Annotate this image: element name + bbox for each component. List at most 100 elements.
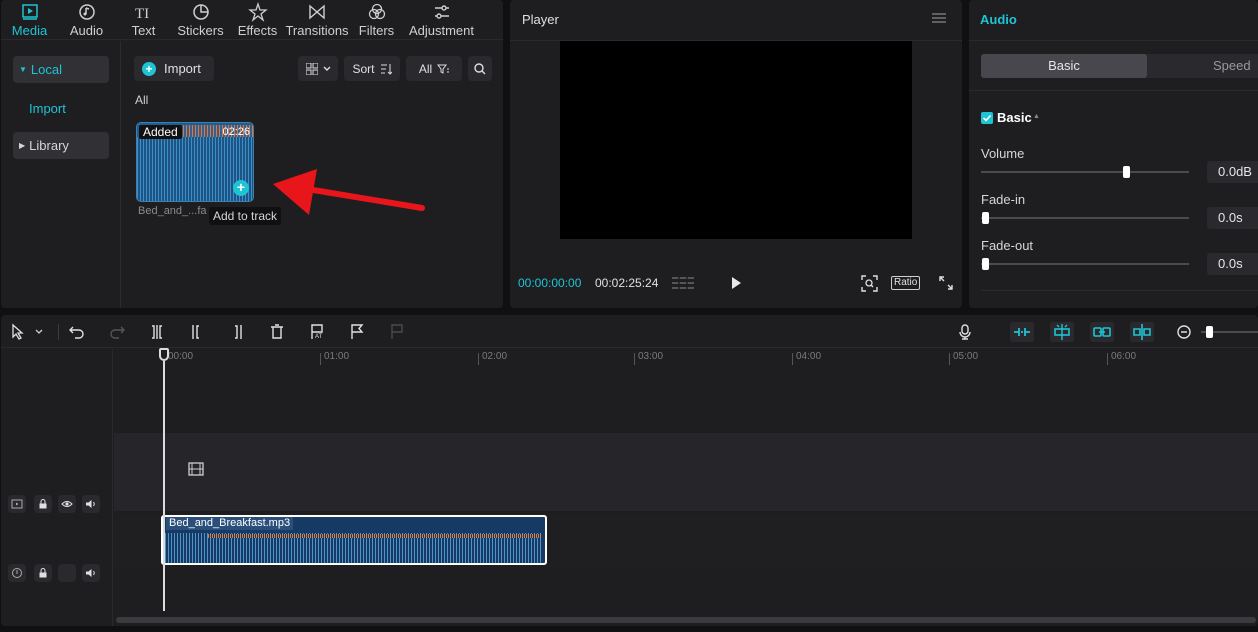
volume-slider[interactable]: [981, 171, 1189, 173]
mute-track-button[interactable]: [82, 495, 100, 513]
chevron-down-icon[interactable]: [35, 329, 43, 335]
tab-effects[interactable]: Effects: [229, 0, 286, 40]
flag-text-icon: AT: [311, 324, 323, 340]
effects-icon: [247, 2, 268, 22]
svg-text:AT: AT: [315, 334, 323, 340]
lock-track-button[interactable]: [34, 495, 52, 513]
added-badge: Added: [139, 125, 182, 139]
trim-left-icon: [192, 325, 199, 339]
time-ruler[interactable]: 00:00 01:00 02:00 03:00 04:00 05:00 06:0…: [114, 349, 1258, 369]
lock-audio-track-button[interactable]: [34, 564, 52, 582]
audio-properties-panel: Audio Basic Speed Basic ▲ Volume 0.0dB F…: [969, 0, 1258, 308]
undo-button[interactable]: [68, 323, 86, 341]
lock-icon: [39, 499, 47, 509]
linkage-button[interactable]: [1090, 322, 1114, 342]
fade-in-label: Fade-in: [981, 192, 1026, 207]
tab-media[interactable]: Media: [1, 0, 58, 40]
sidebar-item-library[interactable]: ▶ Library: [13, 132, 109, 159]
sort-button[interactable]: Sort: [344, 56, 400, 81]
audio-clip[interactable]: Bed_and_Breakfast.mp3: [161, 515, 547, 565]
fade-in-slider[interactable]: [981, 217, 1189, 219]
record-voice-button[interactable]: [956, 323, 974, 341]
select-tool-button[interactable]: [10, 323, 28, 341]
tab-adjustment[interactable]: Adjustment: [405, 0, 478, 40]
trim-right-icon: [235, 325, 242, 339]
main-track-magnet-button[interactable]: [1010, 322, 1034, 342]
delete-button[interactable]: [268, 323, 286, 341]
horizontal-scrollbar[interactable]: [116, 617, 1256, 623]
microphone-icon: [959, 324, 971, 340]
tab-audio[interactable]: Audio: [58, 0, 115, 40]
add-marker-button[interactable]: [348, 323, 366, 341]
split-right-button[interactable]: [228, 323, 246, 341]
ruler-tick: [320, 353, 321, 365]
media-section-label: All: [135, 93, 149, 107]
ruler-tick: [478, 353, 479, 365]
menu-icon[interactable]: [932, 12, 946, 24]
collapse-caret-icon[interactable]: ▲: [1033, 113, 1040, 120]
hide-track-button[interactable]: [58, 495, 76, 513]
sidebar-item-local[interactable]: ▼ Local: [13, 56, 109, 83]
auto-snap-button[interactable]: [1050, 322, 1074, 342]
preview-axis-button[interactable]: [1130, 322, 1154, 342]
link-icon: [1093, 327, 1111, 337]
volume-slider-handle[interactable]: [1122, 166, 1130, 178]
text-icon: TI: [135, 6, 149, 22]
fullscreen-icon[interactable]: [939, 276, 953, 290]
auto-captions-button[interactable]: AT: [308, 323, 326, 341]
marker-disabled-button[interactable]: [388, 323, 406, 341]
media-panel: Media Audio TI Text Stickers Effects Tra…: [1, 0, 503, 308]
preview-screen[interactable]: [560, 41, 912, 239]
timecode-format-icon[interactable]: [672, 276, 694, 290]
tab-transitions[interactable]: Transitions: [285, 0, 349, 40]
split-left-button[interactable]: [188, 323, 206, 341]
fade-out-slider[interactable]: [981, 263, 1189, 265]
fade-out-slider-handle[interactable]: [982, 258, 989, 270]
ratio-button[interactable]: Ratio: [891, 276, 921, 290]
import-button[interactable]: + Import: [134, 56, 214, 81]
fade-in-slider-handle[interactable]: [982, 212, 989, 224]
media-icon: [21, 4, 38, 20]
mute-audio-track-button[interactable]: [82, 564, 100, 582]
tab-text[interactable]: TI Text: [115, 0, 172, 40]
video-track-icon: [8, 495, 26, 513]
total-timecode: 00:02:25:24: [595, 276, 659, 290]
audio-tabs: Basic Speed: [981, 54, 1258, 78]
tab-basic[interactable]: Basic: [981, 54, 1147, 78]
tab-speed[interactable]: Speed: [1213, 54, 1251, 78]
duration-label: 02:26: [222, 126, 250, 138]
redo-button[interactable]: [108, 323, 126, 341]
basic-checkbox[interactable]: [981, 112, 993, 124]
sidebar-item-import[interactable]: Import: [13, 95, 109, 122]
volume-value-field[interactable]: 0.0dB: [1207, 161, 1258, 183]
redo-icon: [110, 326, 125, 339]
check-icon: [982, 114, 992, 122]
view-mode-button[interactable]: [298, 56, 338, 81]
main-video-track[interactable]: [114, 433, 1258, 511]
media-item-thumbnail[interactable]: Added 02:26 +: [136, 122, 254, 202]
fit-view-icon[interactable]: [861, 275, 878, 292]
undo-icon: [69, 326, 84, 339]
zoom-slider-handle[interactable]: [1206, 326, 1213, 338]
transitions-icon: [309, 4, 325, 20]
fade-in-value-field[interactable]: 0.0s: [1207, 207, 1258, 229]
audio-track-icon: [8, 564, 26, 582]
divider: [969, 40, 1258, 41]
grid-icon: [305, 62, 318, 75]
playhead[interactable]: [163, 361, 165, 611]
playhead-handle[interactable]: [159, 348, 169, 361]
timeline-toolbar: AT: [1, 315, 1258, 348]
split-button[interactable]: [148, 323, 166, 341]
tab-stickers[interactable]: Stickers: [172, 0, 229, 40]
tab-filters[interactable]: Filters: [348, 0, 405, 40]
film-icon: [188, 462, 204, 476]
filter-all-button[interactable]: All: [406, 56, 462, 81]
preview-axis-icon: [1133, 324, 1151, 340]
fade-out-value-field[interactable]: 0.0s: [1207, 253, 1258, 275]
play-icon[interactable]: [730, 276, 742, 290]
add-to-track-button[interactable]: +: [233, 180, 249, 196]
ruler-label: 06:00: [1111, 351, 1137, 362]
player-title: Player: [522, 12, 559, 27]
zoom-out-button[interactable]: [1175, 323, 1193, 341]
search-button[interactable]: [468, 56, 492, 81]
